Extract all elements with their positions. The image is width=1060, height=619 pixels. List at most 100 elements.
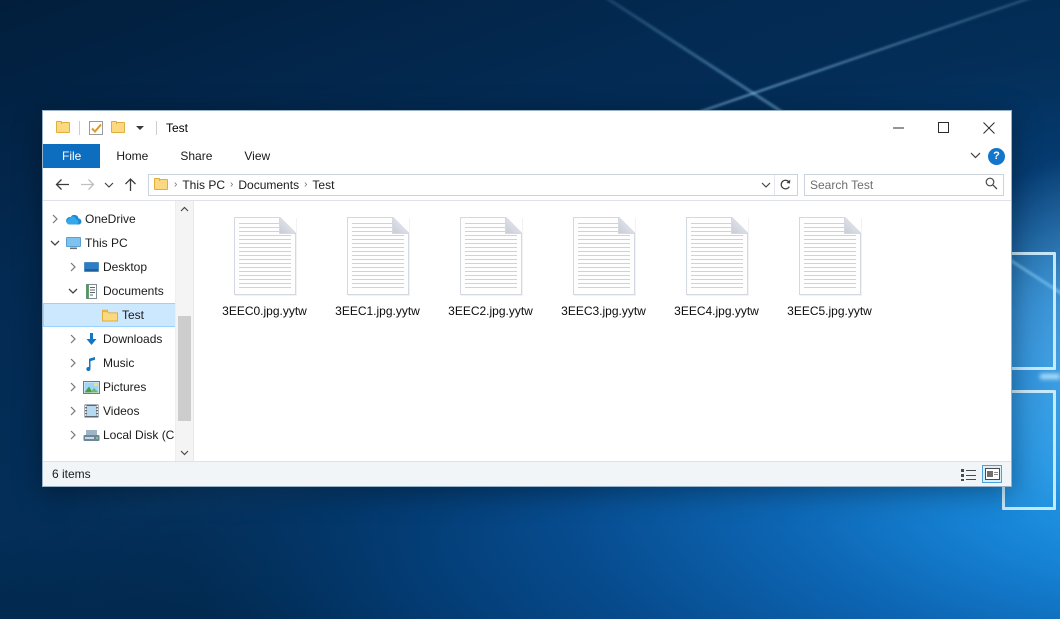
quick-access-toolbar: Test bbox=[43, 111, 188, 144]
chevron-right-icon[interactable] bbox=[65, 430, 81, 440]
breadcrumb-separator-2: › bbox=[302, 179, 309, 190]
generic-file-icon bbox=[347, 217, 409, 295]
sidebar-item-label: Documents bbox=[101, 284, 164, 298]
item-count-label: 6 items bbox=[52, 467, 91, 481]
downloads-arrow-icon bbox=[81, 332, 101, 347]
search-icon[interactable] bbox=[985, 177, 998, 193]
sidebar-item-onedrive[interactable]: OneDrive bbox=[43, 207, 193, 231]
sidebar-item-label: This PC bbox=[83, 236, 128, 250]
file-name-label: 3EEC0.jpg.yytw bbox=[222, 304, 307, 318]
sidebar-item-test[interactable]: Test bbox=[43, 303, 193, 327]
scrollbar-thumb[interactable] bbox=[178, 316, 191, 421]
sidebar-item-documents[interactable]: Documents bbox=[43, 279, 193, 303]
sidebar-item-label: Pictures bbox=[101, 380, 146, 394]
navigation-scrollbar[interactable] bbox=[175, 201, 193, 461]
toolbar-separator bbox=[79, 121, 80, 135]
desktop-icon bbox=[81, 261, 101, 274]
breadcrumb-documents[interactable]: Documents bbox=[235, 178, 302, 192]
navigation-tree: OneDrive This PC Desktop Documents Test Downl… bbox=[43, 201, 193, 447]
music-note-icon bbox=[81, 356, 101, 371]
file-item[interactable]: 3EEC0.jpg.yytw bbox=[208, 215, 321, 318]
sidebar-item-desktop[interactable]: Desktop bbox=[43, 255, 193, 279]
title-bar: Test bbox=[43, 111, 1011, 144]
sidebar-item-videos[interactable]: Videos bbox=[43, 399, 193, 423]
scroll-up-icon[interactable] bbox=[176, 201, 193, 218]
window-controls bbox=[876, 111, 1011, 144]
sidebar-item-label: Desktop bbox=[101, 260, 147, 274]
chevron-down-icon[interactable] bbox=[65, 287, 81, 295]
breadcrumb-this-pc[interactable]: This PC bbox=[179, 178, 228, 192]
address-dropdown-chevron-down-icon[interactable] bbox=[757, 175, 774, 195]
tab-file[interactable]: File bbox=[43, 144, 100, 168]
generic-file-icon bbox=[573, 217, 635, 295]
chevron-right-icon[interactable] bbox=[65, 334, 81, 344]
forward-arrow-icon bbox=[75, 173, 100, 197]
generic-file-icon bbox=[234, 217, 296, 295]
navigation-pane: OneDrive This PC Desktop Documents Test Downl… bbox=[43, 201, 194, 461]
ribbon-right-controls: ? bbox=[970, 144, 1005, 168]
tab-share[interactable]: Share bbox=[164, 144, 228, 168]
maximize-icon[interactable] bbox=[921, 111, 966, 144]
generic-file-icon bbox=[686, 217, 748, 295]
sidebar-item-label: Local Disk (C:) bbox=[101, 428, 182, 442]
file-item[interactable]: 3EEC1.jpg.yytw bbox=[321, 215, 434, 318]
search-input[interactable]: Search Test bbox=[804, 174, 1004, 196]
minimize-icon[interactable] bbox=[876, 111, 921, 144]
local-disk-icon bbox=[81, 429, 101, 442]
file-item[interactable]: 3EEC3.jpg.yytw bbox=[547, 215, 660, 318]
chevron-right-icon[interactable] bbox=[65, 358, 81, 368]
chevron-down-icon[interactable] bbox=[129, 117, 151, 139]
sidebar-item-downloads[interactable]: Downloads bbox=[43, 327, 193, 351]
folder-icon[interactable] bbox=[52, 117, 74, 139]
chevron-right-icon[interactable] bbox=[65, 262, 81, 272]
documents-icon bbox=[81, 284, 101, 299]
file-name-label: 3EEC1.jpg.yytw bbox=[335, 304, 420, 318]
file-list-view[interactable]: 3EEC0.jpg.yytw 3EEC1.jpg.yytw 3EEC2.jpg.yy… bbox=[194, 201, 1011, 461]
large-icons-view-icon[interactable] bbox=[982, 465, 1002, 483]
address-folder-icon bbox=[154, 178, 169, 191]
window-body: OneDrive This PC Desktop Documents Test Downl… bbox=[43, 200, 1011, 461]
window-title: Test bbox=[166, 121, 188, 135]
up-arrow-icon[interactable] bbox=[118, 173, 143, 197]
onedrive-cloud-icon bbox=[63, 213, 83, 226]
properties-checkbox-icon[interactable] bbox=[85, 117, 107, 139]
logo-cross-glow bbox=[1040, 374, 1060, 379]
details-view-icon[interactable] bbox=[958, 465, 978, 483]
back-arrow-icon[interactable] bbox=[50, 173, 75, 197]
file-item[interactable]: 3EEC2.jpg.yytw bbox=[434, 215, 547, 318]
sidebar-item-label: Downloads bbox=[101, 332, 162, 346]
new-folder-icon[interactable] bbox=[107, 117, 129, 139]
chevron-down-icon[interactable] bbox=[47, 239, 63, 247]
chevron-right-icon[interactable] bbox=[65, 406, 81, 416]
file-item[interactable]: 3EEC5.jpg.yytw bbox=[773, 215, 886, 318]
address-breadcrumb-bar[interactable]: › This PC › Documents › Test bbox=[148, 174, 798, 196]
sidebar-item-local-disk-c[interactable]: Local Disk (C:) bbox=[43, 423, 193, 447]
recent-locations-chevron-down-icon[interactable] bbox=[100, 173, 118, 197]
chevron-right-icon[interactable] bbox=[65, 382, 81, 392]
tab-home[interactable]: Home bbox=[100, 144, 164, 168]
ribbon-expand-chevron-down-icon[interactable] bbox=[970, 149, 981, 163]
breadcrumb-separator-1: › bbox=[228, 179, 235, 190]
file-name-label: 3EEC3.jpg.yytw bbox=[561, 304, 646, 318]
search-placeholder: Search Test bbox=[810, 178, 985, 192]
tab-view[interactable]: View bbox=[228, 144, 286, 168]
address-bar-right-controls bbox=[757, 175, 795, 195]
chevron-right-icon[interactable] bbox=[47, 214, 63, 224]
generic-file-icon bbox=[460, 217, 522, 295]
help-button[interactable]: ? bbox=[988, 148, 1005, 165]
sidebar-item-music[interactable]: Music bbox=[43, 351, 193, 375]
status-bar: 6 items bbox=[43, 461, 1011, 486]
file-explorer-window: Test File Home Share View ? bbox=[42, 110, 1012, 487]
ribbon-tab-bar: File Home Share View ? bbox=[43, 144, 1011, 169]
breadcrumb-test[interactable]: Test bbox=[309, 178, 337, 192]
sidebar-item-label: Test bbox=[120, 308, 144, 322]
refresh-icon[interactable] bbox=[774, 175, 795, 195]
sidebar-item-label: Videos bbox=[101, 404, 139, 418]
file-item[interactable]: 3EEC4.jpg.yytw bbox=[660, 215, 773, 318]
sidebar-item-this-pc[interactable]: This PC bbox=[43, 231, 193, 255]
file-name-label: 3EEC2.jpg.yytw bbox=[448, 304, 533, 318]
scroll-down-icon[interactable] bbox=[176, 444, 193, 461]
file-name-label: 3EEC4.jpg.yytw bbox=[674, 304, 759, 318]
close-icon[interactable] bbox=[966, 111, 1011, 144]
sidebar-item-pictures[interactable]: Pictures bbox=[43, 375, 193, 399]
